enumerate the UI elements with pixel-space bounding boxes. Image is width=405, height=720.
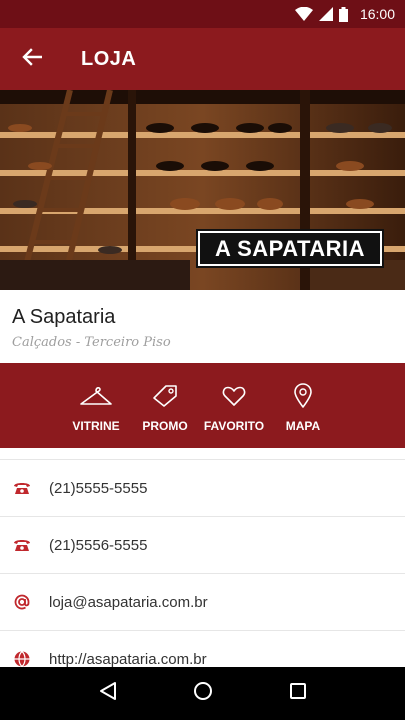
favorito-button[interactable]: FAVORITO [202, 363, 266, 448]
contact-phone-1[interactable]: (21)5555-5555 [0, 459, 405, 516]
store-logo: A SAPATARIA [196, 229, 384, 268]
wifi-icon [294, 7, 313, 21]
heart-icon [222, 383, 246, 409]
vitrine-button[interactable]: VITRINE [64, 363, 128, 448]
phone-icon [12, 535, 32, 555]
store-logo-text: A SAPATARIA [200, 233, 380, 264]
hanger-icon [79, 383, 113, 409]
tag-icon [152, 383, 178, 409]
circle-home-icon [193, 681, 213, 706]
system-nav-bar [0, 667, 405, 720]
contact-email-text: loja@asapataria.com.br [49, 593, 208, 611]
favorito-label: FAVORITO [203, 419, 265, 433]
nav-back-button[interactable] [88, 674, 128, 714]
mapa-label: MAPA [285, 419, 321, 433]
at-icon [12, 592, 32, 612]
status-bar: 16:00 [0, 0, 405, 28]
contact-phone-1-text: (21)5555-5555 [49, 479, 148, 497]
contact-website[interactable]: http://asapataria.com.br [0, 630, 405, 667]
app-bar: LOJA [0, 28, 405, 90]
contact-website-text: http://asapataria.com.br [49, 650, 207, 668]
nav-home-button[interactable] [183, 674, 223, 714]
phone-icon [12, 478, 32, 498]
page-title: LOJA [81, 47, 137, 70]
store-photo: A SAPATARIA [0, 90, 405, 290]
contact-email[interactable]: loja@asapataria.com.br [0, 573, 405, 630]
map-pin-icon [293, 383, 313, 409]
signal-icon [318, 7, 333, 21]
vitrine-label: VITRINE [72, 419, 120, 433]
action-bar: VITRINE PROMO FAVORITO MAPA [0, 363, 405, 448]
store-name: A Sapataria [12, 306, 116, 328]
triangle-back-icon [99, 681, 117, 706]
nav-recents-button[interactable] [278, 674, 318, 714]
back-button[interactable] [0, 28, 64, 90]
promo-label: PROMO [142, 419, 188, 433]
store-info: A Sapataria Calçados - Terceiro Piso [0, 290, 405, 363]
status-time: 16:00 [359, 6, 395, 22]
contact-phone-2[interactable]: (21)5556-5555 [0, 516, 405, 573]
globe-icon [12, 649, 32, 667]
square-recents-icon [289, 682, 307, 705]
arrow-left-icon [22, 47, 43, 71]
contact-phone-2-text: (21)5556-5555 [49, 536, 148, 554]
store-subtitle: Calçados - Terceiro Piso [12, 335, 171, 350]
mapa-button[interactable]: MAPA [271, 363, 335, 448]
battery-icon [338, 6, 348, 22]
promo-button[interactable]: PROMO [133, 363, 197, 448]
contact-list: (21)5555-5555 (21)5556-5555 loja@asapata… [0, 459, 405, 667]
